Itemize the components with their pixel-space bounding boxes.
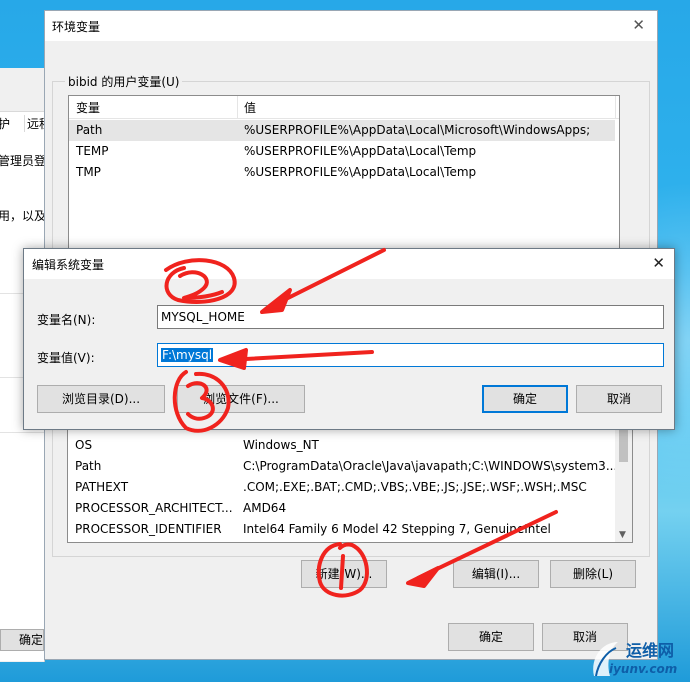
tab-protection[interactable]: 护	[0, 115, 10, 132]
variable-name: TMP	[76, 165, 101, 179]
column-header-variable[interactable]: 变量	[76, 99, 100, 116]
variable-value: Windows_NT	[243, 438, 319, 452]
title-bar: 编辑系统变量 ✕	[24, 249, 674, 279]
list-item[interactable]: Path %USERPROFILE%\AppData\Local\Microso…	[69, 120, 615, 141]
variable-name-value: MYSQL_HOME	[161, 310, 245, 324]
list-item[interactable]: PROCESSOR_ARCHITECT... AMD64	[68, 498, 632, 519]
variable-value: AMD64	[243, 501, 287, 515]
ok-button[interactable]: 确定	[448, 623, 534, 651]
new-button[interactable]: 新建(W)...	[301, 560, 387, 588]
ok-button[interactable]: 确定	[482, 385, 568, 413]
dialog-title: 编辑系统变量	[32, 258, 105, 272]
variable-name: PATHEXT	[75, 480, 129, 494]
variable-value: %USERPROFILE%\AppData\Local\Temp	[244, 144, 477, 158]
scrollbar[interactable]: ▼	[615, 426, 632, 542]
list-item[interactable]: TMP %USERPROFILE%\AppData\Local\Temp	[69, 162, 619, 183]
variable-value-label: 变量值(V):	[37, 351, 95, 365]
admin-text: 管理员登	[0, 154, 47, 168]
divider	[0, 432, 44, 433]
watermark-text: 运维网	[626, 641, 675, 660]
title-bar: 环境变量 ✕	[45, 11, 657, 41]
variable-value-field[interactable]: F:\mysql	[157, 343, 664, 367]
variable-name: Path	[75, 459, 102, 473]
list-item[interactable]: OS Windows_NT	[68, 435, 632, 456]
close-icon[interactable]: ✕	[632, 16, 645, 34]
user-variables-list[interactable]: 变量 值 Path %USERPROFILE%\AppData\Local\Mi…	[68, 95, 620, 255]
edit-system-variable-dialog: 编辑系统变量 ✕ 变量名(N): MYSQL_HOME 变量值(V): F:\m…	[23, 248, 675, 430]
variable-name-field[interactable]: MYSQL_HOME	[157, 305, 664, 329]
list-item[interactable]: TEMP %USERPROFILE%\AppData\Local\Temp	[69, 141, 619, 162]
variable-name: Path	[76, 123, 103, 137]
variable-name: OS	[75, 438, 93, 452]
column-header-value[interactable]: 值	[244, 99, 256, 116]
variable-name: PROCESSOR_IDENTIFIER	[75, 522, 222, 536]
variable-value: C:\ProgramData\Oracle\Java\javapath;C:\W…	[243, 459, 618, 473]
variable-value: %USERPROFILE%\AppData\Local\Temp	[244, 165, 477, 179]
variable-value: %USERPROFILE%\AppData\Local\Microsoft\Wi…	[244, 123, 591, 137]
variable-value: .COM;.EXE;.BAT;.CMD;.VBS;.VBE;.JS;.JSE;.…	[243, 480, 587, 494]
browse-directory-button[interactable]: 浏览目录(D)...	[37, 385, 165, 413]
variable-name: PROCESSOR_ARCHITECT...	[75, 501, 233, 515]
variable-value-text: F:\mysql	[161, 348, 214, 362]
tab-strip: 护 远程	[0, 111, 51, 135]
list-header: 变量 值	[69, 96, 619, 119]
column-divider	[615, 96, 616, 118]
scrollbar-thumb[interactable]	[619, 426, 628, 462]
list-item[interactable]: PATHEXT .COM;.EXE;.BAT;.CMD;.VBS;.VBE;.J…	[68, 477, 632, 498]
user-variables-label: bibid 的用户变量(U)	[65, 73, 183, 90]
variable-name: TEMP	[76, 144, 109, 158]
close-icon[interactable]: ✕	[652, 254, 665, 272]
column-divider	[237, 96, 238, 118]
usage-text: 用，以及	[0, 209, 47, 223]
edit-button[interactable]: 编辑(I)...	[453, 560, 539, 588]
variable-name-label: 变量名(N):	[37, 313, 96, 327]
variable-value: Intel64 Family 6 Model 42 Stepping 7, Ge…	[243, 522, 551, 536]
system-variables-list[interactable]: OS Windows_NT Path C:\ProgramData\Oracle…	[67, 425, 633, 543]
watermark-url: iyunv.com	[609, 662, 678, 676]
scroll-down-icon[interactable]: ▼	[619, 530, 626, 540]
list-item[interactable]: Path C:\ProgramData\Oracle\Java\javapath…	[68, 456, 632, 477]
cancel-button[interactable]: 取消	[576, 385, 662, 413]
delete-button[interactable]: 删除(L)	[550, 560, 636, 588]
window-title: 环境变量	[52, 20, 101, 34]
browse-file-button[interactable]: 浏览文件(F)...	[177, 385, 305, 413]
ok-button[interactable]: 确定	[0, 629, 44, 651]
list-item[interactable]: PROCESSOR_IDENTIFIER Intel64 Family 6 Mo…	[68, 519, 632, 540]
